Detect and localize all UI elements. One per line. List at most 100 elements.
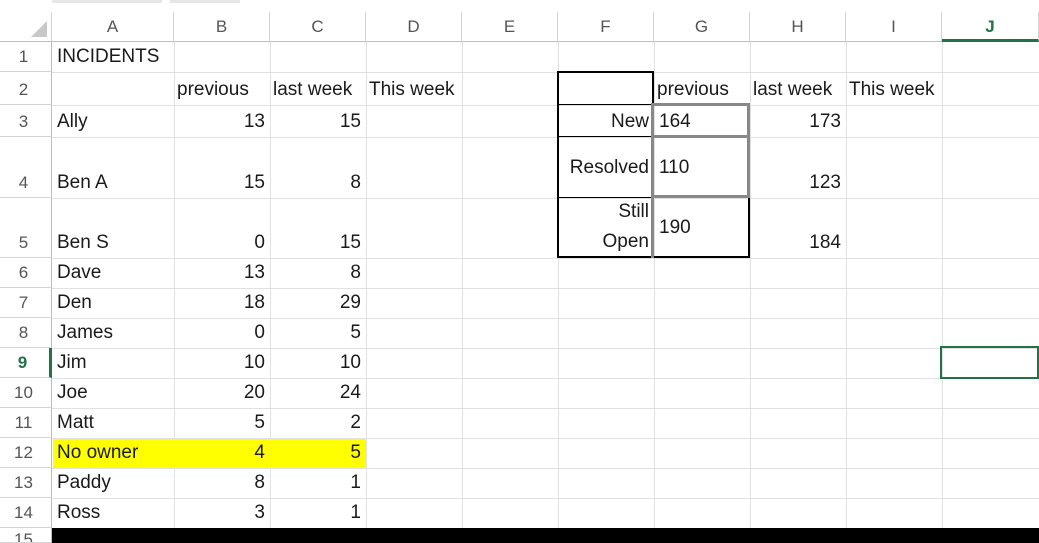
cell-a8[interactable]: James: [52, 318, 174, 348]
cell-text: 5: [350, 322, 361, 343]
cell-a13[interactable]: Paddy: [52, 468, 174, 498]
cell-b6[interactable]: 13: [174, 258, 270, 288]
cell-c11[interactable]: 2: [270, 408, 366, 438]
row-header-14[interactable]: 14: [0, 498, 52, 528]
cell-b11[interactable]: 5: [174, 408, 270, 438]
cell-c5[interactable]: 15: [270, 198, 366, 258]
cell-text: 8: [350, 172, 361, 193]
cell-text: 0: [254, 232, 265, 253]
column-header-h[interactable]: H: [750, 12, 846, 42]
cell-text: 20: [243, 382, 265, 403]
cell-c3[interactable]: 15: [270, 105, 366, 137]
cell-c13[interactable]: 1: [270, 468, 366, 498]
cell-c7[interactable]: 29: [270, 288, 366, 318]
cell-g2[interactable]: previous: [652, 72, 752, 105]
row-header-11[interactable]: 11: [0, 408, 52, 438]
cell-b10[interactable]: 20: [174, 378, 270, 408]
spreadsheet-grid[interactable]: A B C D E F G H I J 1 2 3 4 5 6 7 8 9 10…: [0, 0, 1039, 543]
column-header-f[interactable]: F: [558, 12, 654, 42]
cell-text: This week: [849, 79, 935, 100]
cell-d2[interactable]: This week: [364, 72, 464, 105]
cell-c9[interactable]: 10: [270, 348, 366, 378]
cell-g5[interactable]: 190: [654, 198, 750, 258]
cell-b13[interactable]: 8: [174, 468, 270, 498]
cell-c12[interactable]: 5: [270, 438, 366, 468]
row-header-13[interactable]: 13: [0, 468, 52, 498]
cell-a10[interactable]: Joe: [52, 378, 174, 408]
cell-text: last week: [273, 79, 353, 100]
row-header-6[interactable]: 6: [0, 258, 52, 288]
row-header-5[interactable]: 5: [0, 198, 52, 258]
cell-a6[interactable]: Dave: [52, 258, 174, 288]
cell-a12[interactable]: No owner: [52, 438, 174, 468]
cell-text: Dave: [57, 262, 102, 283]
cell-b8[interactable]: 0: [174, 318, 270, 348]
cell-h4[interactable]: 123: [750, 137, 846, 198]
row-header-7[interactable]: 7: [0, 288, 52, 318]
cell-h3[interactable]: 173: [750, 105, 846, 137]
cell-text: 13: [243, 262, 265, 283]
cell-c2[interactable]: last week: [268, 72, 368, 105]
row-header-15[interactable]: 15: [0, 528, 52, 543]
cell-h2[interactable]: last week: [748, 72, 848, 105]
cell-a9[interactable]: Jim: [52, 348, 174, 378]
cell-b3[interactable]: 13: [174, 105, 270, 137]
cell-text: 8: [350, 262, 361, 283]
row-number: 12: [14, 443, 33, 462]
cell-text: 10: [243, 352, 265, 373]
cell-b9[interactable]: 10: [174, 348, 270, 378]
cell-b4[interactable]: 15: [174, 137, 270, 198]
column-header-b[interactable]: B: [174, 12, 270, 42]
row-header-12[interactable]: 12: [0, 438, 52, 468]
cell-c10[interactable]: 24: [270, 378, 366, 408]
column-header-c[interactable]: C: [270, 12, 366, 42]
cell-f5[interactable]: Still Open: [558, 198, 654, 258]
cell-g3[interactable]: 164: [654, 105, 750, 137]
cell-a11[interactable]: Matt: [52, 408, 174, 438]
row-header-9[interactable]: 9: [0, 348, 52, 378]
cell-a1[interactable]: INCIDENTS: [52, 42, 252, 72]
cell-text: 8: [254, 472, 265, 493]
cell-a3[interactable]: Ally: [52, 105, 174, 137]
row-number: 3: [18, 112, 29, 131]
column-header-d[interactable]: D: [366, 12, 462, 42]
row-number: 4: [18, 173, 29, 192]
cell-text: Ben A: [57, 172, 108, 193]
cell-a14[interactable]: Ross: [52, 498, 174, 528]
row-header-4[interactable]: 4: [0, 137, 52, 198]
cell-a4[interactable]: Ben A: [52, 137, 174, 198]
column-header-i[interactable]: I: [846, 12, 942, 42]
row-number: 13: [14, 473, 33, 492]
row-number: 1: [18, 47, 29, 66]
cell-c4[interactable]: 8: [270, 137, 366, 198]
cell-h5[interactable]: 184: [750, 198, 846, 258]
column-header-g[interactable]: G: [654, 12, 750, 42]
toolbar-strip: [0, 0, 1039, 12]
cell-c14[interactable]: 1: [270, 498, 366, 528]
cell-b14[interactable]: 3: [174, 498, 270, 528]
cell-c6[interactable]: 8: [270, 258, 366, 288]
cell-b2[interactable]: previous: [172, 72, 272, 105]
cell-border: [557, 71, 559, 258]
cell-a7[interactable]: Den: [52, 288, 174, 318]
active-cell-j9[interactable]: [940, 346, 1039, 379]
column-header-a[interactable]: A: [52, 12, 174, 42]
row-header-8[interactable]: 8: [0, 318, 52, 348]
row-header-1[interactable]: 1: [0, 42, 52, 72]
cell-c8[interactable]: 5: [270, 318, 366, 348]
cell-a5[interactable]: Ben S: [52, 198, 174, 258]
cell-b7[interactable]: 18: [174, 288, 270, 318]
cell-b5[interactable]: 0: [174, 198, 270, 258]
column-header-e[interactable]: E: [462, 12, 558, 42]
cell-f4[interactable]: Resolved: [558, 137, 654, 198]
cell-text: 29: [339, 292, 361, 313]
cell-i2[interactable]: This week: [844, 72, 944, 105]
cell-b12[interactable]: 4: [174, 438, 270, 468]
cell-g4[interactable]: 110: [654, 137, 750, 198]
row-header-2[interactable]: 2: [0, 72, 52, 105]
column-header-j[interactable]: J: [942, 12, 1039, 42]
row-header-10[interactable]: 10: [0, 378, 52, 408]
select-all-corner[interactable]: [0, 12, 52, 42]
row-header-3[interactable]: 3: [0, 105, 52, 137]
cell-f3[interactable]: New: [558, 105, 654, 137]
